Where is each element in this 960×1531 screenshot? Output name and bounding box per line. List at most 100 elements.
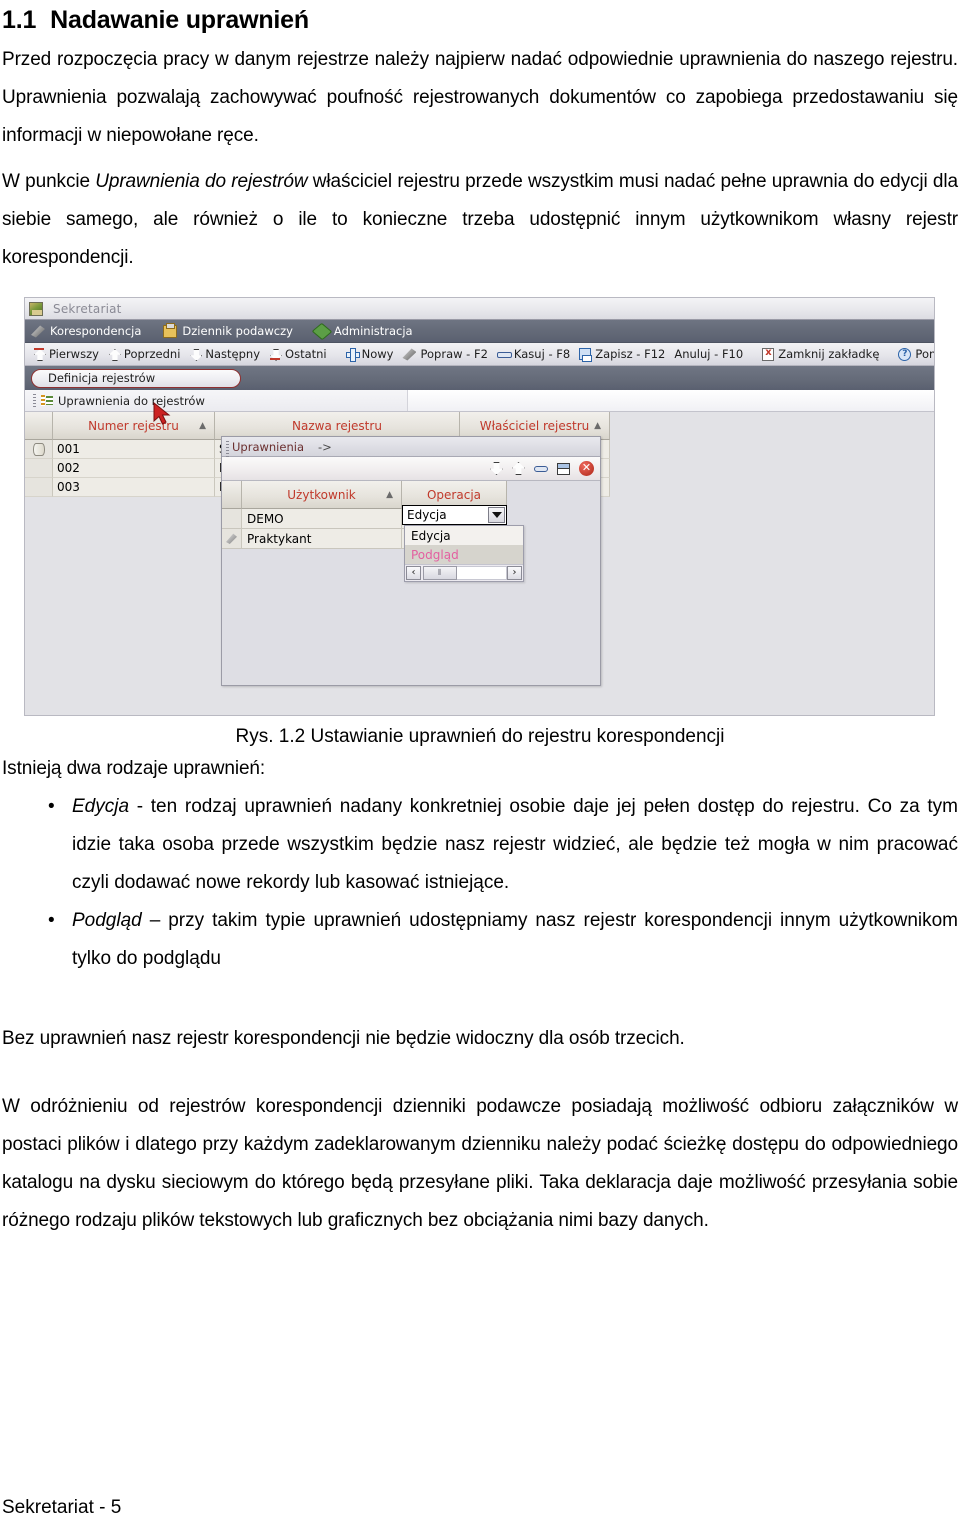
subbar-grip[interactable] (33, 394, 36, 407)
subbar-filler (407, 390, 934, 411)
app-menubar: Korespondencja Dziennik podawczy Adminis… (25, 320, 934, 343)
list-item-edycja: • Edycja - ten rodzaj uprawnień nadany k… (2, 788, 958, 902)
toolbar-button-kasuj[interactable]: Kasuj - F8 (496, 347, 571, 361)
dropdown-horizontal-scrollbar[interactable]: ‹ ⦀ › (405, 564, 523, 581)
toolbar-button-nastepny[interactable]: Następny (189, 347, 260, 361)
toolbar-button-popraw[interactable]: Popraw - F2 (402, 347, 488, 361)
cell-numer: 002 (53, 459, 215, 478)
toolbar-button-ostatni[interactable]: Ostatni (269, 347, 327, 361)
paragraph-intro: Przed rozpoczęcia pracy w danym rejestrz… (2, 49, 958, 146)
toolbar-label: Poprzedni (123, 347, 181, 361)
menu-item-administracja[interactable]: Administracja (311, 322, 413, 340)
toolbar-button-zamknij-zakladke[interactable]: Zamknij zakładkę (762, 347, 879, 361)
app-toolbar: Pierwszy Poprzedni Następny Ostatni Nowy (25, 343, 934, 366)
minus-icon[interactable] (534, 465, 548, 472)
bullet-term: Podgląd (72, 910, 142, 931)
paragraph-bez-uprawnien: Bez uprawnień nasz rejestr korespondencj… (2, 1028, 685, 1049)
dropdown-option-podglad[interactable]: Podgląd (405, 545, 523, 564)
list-item-podglad: • Podgląd – przy takim typie uprawnień u… (2, 902, 958, 978)
list-intro: Istnieją dwa rodzaje uprawnień: (2, 758, 266, 779)
scrollbar-track[interactable] (457, 566, 507, 580)
bullet-text: - ten rodzaj uprawnień nadany konkretnie… (72, 796, 958, 893)
chevron-down-icon[interactable] (488, 507, 505, 523)
menu-item-korespondencja[interactable]: Korespondencja (31, 324, 141, 338)
column-header-numer-rejestru[interactable]: Numer rejestru ▲ (53, 412, 215, 440)
row-indicator (25, 459, 53, 478)
toolbar-label: Ostatni (285, 347, 327, 361)
dialog-toolbar: ✕ (222, 441, 600, 481)
dialog-titlebar[interactable]: Uprawnienia -> (222, 437, 600, 457)
toolbar-button-pierwszy[interactable]: Pierwszy (33, 347, 99, 361)
page-footer: Sekretariat - 5 (2, 1497, 122, 1518)
column-label: Użytkownik (287, 487, 356, 502)
par2-italic-term: Uprawnienia do rejestrów (95, 171, 308, 192)
par2-pre: W punkcie (2, 171, 96, 192)
toolbar-label: Następny (205, 347, 261, 361)
sort-ascending-icon: ▲ (199, 420, 206, 431)
first-arrow-icon (33, 348, 45, 360)
grid-header-spacer (25, 412, 53, 440)
toolbar-label: Popraw - F2 (420, 347, 488, 361)
cell-numer: 003 (53, 478, 215, 497)
toolbar-label: Pomoc (915, 347, 934, 361)
app-title: Sekretariat (53, 301, 122, 316)
minus-icon (496, 348, 512, 360)
operacja-combobox[interactable]: Edycja (402, 505, 507, 525)
up-arrow-icon[interactable] (512, 462, 525, 475)
thumb-grip-icon: ⦀ (437, 568, 443, 577)
help-question-icon: ? (898, 347, 912, 361)
document-page: 1.1 Nadawanie uprawnień Przed rozpoczęcia… (0, 0, 960, 1240)
paragraph-dzienniki-podawcze: W odróżnieniu od rejestrów korespondencj… (2, 1096, 958, 1231)
page-title: 1.1 Nadawanie uprawnień (2, 0, 958, 41)
sort-ascending-icon: ▲ (594, 420, 601, 431)
toolbar-label: Zamknij zakładkę (778, 347, 880, 361)
down-arrow-icon[interactable] (490, 462, 503, 475)
app-titlebar: Sekretariat (25, 298, 934, 320)
row-indicator (222, 509, 242, 529)
bullet-icon: • (48, 910, 55, 931)
restore-window-icon[interactable] (557, 462, 570, 475)
pen-edit-icon (402, 348, 417, 361)
main-data-grid: Numer rejestru ▲ Nazwa rejestru Właścici… (25, 412, 934, 708)
cell-numer: 001 (53, 440, 215, 459)
menu-item-dziennik-podawczy[interactable]: Dziennik podawczy (163, 322, 293, 338)
scrollbar-thumb[interactable]: ⦀ (423, 566, 457, 580)
up-arrow-icon (108, 348, 120, 360)
dropdown-option-edycja[interactable]: Edycja (405, 526, 523, 545)
toolbar-button-anuluj[interactable]: Anuluj - F10 (674, 347, 743, 361)
column-header-uzytkownik[interactable]: Użytkownik ▲ (242, 481, 402, 509)
clipboard-icon (163, 322, 178, 338)
down-arrow-icon (189, 348, 201, 360)
close-doc-icon (762, 347, 775, 361)
toolbar-label: Kasuj - F8 (513, 347, 571, 361)
bullet-term: Edycja (72, 796, 130, 817)
permission-types-list: • Edycja - ten rodzaj uprawnień nadany k… (2, 788, 958, 978)
toolbar-label: Nowy (361, 347, 394, 361)
sort-ascending-icon: ▲ (386, 489, 393, 500)
figure-caption: Rys. 1.2 Ustawianie uprawnień do rejestr… (235, 726, 725, 747)
dialog-title-text: Uprawnienia (232, 439, 304, 454)
app-tabstrip: Definicja rejestrów (25, 366, 934, 390)
subbar-label-uprawnienia-do-rejestrow[interactable]: Uprawnienia do rejestrów (58, 394, 205, 408)
dialog-toolbar-grip[interactable] (226, 441, 229, 457)
operacja-dropdown-list: Edycja Podgląd ‹ ⦀ › (404, 525, 524, 582)
green-diamond-icon (311, 322, 333, 340)
last-arrow-icon (269, 348, 281, 360)
menu-label: Administracja (333, 324, 413, 338)
bullet-text: – przy takim typie uprawnień udostępniam… (72, 910, 958, 969)
scroll-left-button[interactable]: ‹ (406, 566, 421, 580)
tab-definicja-rejestrow[interactable]: Definicja rejestrów (31, 368, 241, 388)
toolbar-button-zapisz[interactable]: Zapisz - F12 (579, 347, 665, 362)
dialog-header-spacer (222, 481, 242, 509)
toolbar-button-pomoc[interactable]: ? Pomoc (898, 347, 934, 361)
scroll-right-button[interactable]: › (507, 566, 522, 580)
app-subbar: Uprawnienia do rejestrów (25, 390, 934, 425)
close-icon[interactable]: ✕ (579, 461, 594, 476)
column-label: Właściciel rejestru (479, 418, 590, 433)
heading-text: Nadawanie uprawnień (50, 6, 309, 34)
toolbar-button-nowy[interactable]: Nowy (345, 347, 394, 362)
toolbar-button-poprzedni[interactable]: Poprzedni (108, 347, 180, 361)
plus-icon (345, 348, 360, 362)
app-logo-icon (29, 301, 43, 316)
record-icon (32, 442, 45, 456)
